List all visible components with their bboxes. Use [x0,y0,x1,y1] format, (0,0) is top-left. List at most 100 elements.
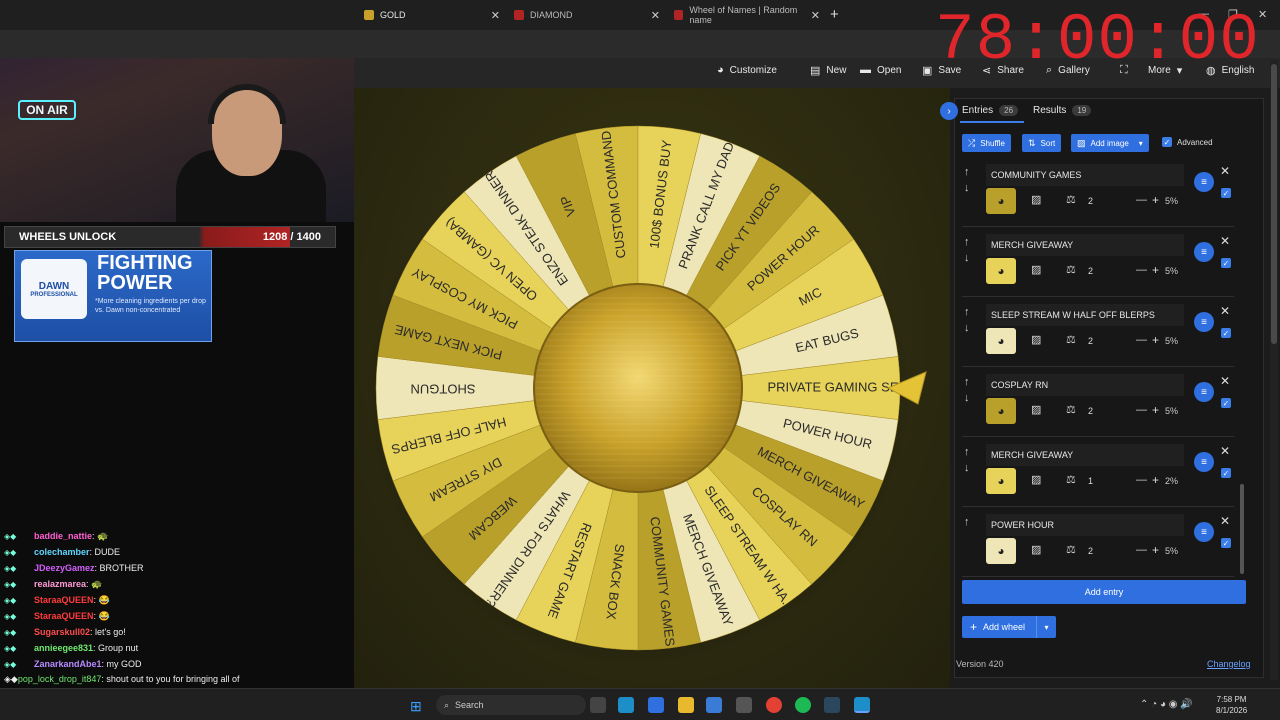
decrease-weight-icon[interactable]: — [1136,194,1147,206]
move-down-icon[interactable]: ↓ [964,462,970,474]
entry-settings-icon[interactable]: ≡ [1194,452,1214,472]
advanced-toggle[interactable]: ✓ Advanced [1162,137,1213,147]
entry-enabled-checkbox[interactable]: ✓ [1221,258,1231,268]
entry-settings-icon[interactable]: ≡ [1194,312,1214,332]
spotify-icon[interactable] [795,697,811,713]
open-button[interactable]: ▬ Open [860,64,901,76]
move-down-icon[interactable]: ↓ [964,322,970,334]
entry-enabled-checkbox[interactable]: ✓ [1221,468,1231,478]
chevron-down-icon[interactable]: ▾ [1036,616,1056,638]
entry-name-input[interactable]: MERCH GIVEAWAY [986,444,1184,466]
chat-username[interactable]: colechamber [34,547,90,557]
add-image-button[interactable]: ▨ Add image ▾ [1071,134,1149,152]
collapse-panel-icon[interactable]: › [940,102,958,120]
remove-entry-icon[interactable]: ✕ [1220,164,1230,178]
image-icon[interactable]: ▨ [1031,543,1041,556]
move-down-icon[interactable]: ↓ [964,182,970,194]
close-icon[interactable]: ✕ [811,9,820,22]
remove-entry-icon[interactable]: ✕ [1220,514,1230,528]
increase-weight-icon[interactable]: + [1152,193,1159,207]
new-tab-icon[interactable]: + [830,6,839,23]
entry-weight[interactable]: 2 [1088,546,1093,556]
tab-gold[interactable]: GOLD ✕ [354,4,504,26]
chat-username[interactable]: baddie_nattie [34,531,92,541]
image-icon[interactable]: ▨ [1031,403,1041,416]
taskbar-search[interactable]: ⌕ Search [436,695,586,715]
entry-settings-icon[interactable]: ≡ [1194,242,1214,262]
increase-weight-icon[interactable]: + [1152,403,1159,417]
entry-color-button[interactable]: ◕ [986,538,1016,564]
decrease-weight-icon[interactable]: — [1136,544,1147,556]
entry-color-button[interactable]: ◕ [986,188,1016,214]
remove-entry-icon[interactable]: ✕ [1220,304,1230,318]
taskbar-clock[interactable]: 7:58 PM 8/1/2026 [1216,694,1247,716]
store-icon[interactable] [706,697,722,713]
new-button[interactable]: ▤ New [810,64,846,77]
increase-weight-icon[interactable]: + [1152,333,1159,347]
shuffle-button[interactable]: ⤮ Shuffle [962,134,1011,152]
windows-start-icon[interactable]: ⊞ [410,698,422,715]
increase-weight-icon[interactable]: + [1152,473,1159,487]
file-explorer-icon[interactable] [678,697,694,713]
move-up-icon[interactable]: ↑ [964,446,970,458]
move-up-icon[interactable]: ↑ [964,166,970,178]
move-up-icon[interactable]: ↑ [964,236,970,248]
edge-icon[interactable] [618,697,634,713]
move-up-icon[interactable]: ↑ [964,516,970,528]
sort-button[interactable]: ⇅ Sort [1022,134,1062,152]
changelog-link[interactable]: Changelog [1207,659,1251,669]
add-wheel-button[interactable]: + Add wheel ▾ [962,616,1056,638]
decrease-weight-icon[interactable]: — [1136,264,1147,276]
entry-name-input[interactable]: MERCH GIVEAWAY [986,234,1184,256]
tab-entries[interactable]: Entries 26 [962,105,1019,116]
entry-weight[interactable]: 2 [1088,336,1093,346]
chat-username[interactable]: StaraaQUEEN [34,611,94,621]
entries-scrollbar[interactable] [1240,484,1244,574]
close-icon[interactable]: ✕ [491,9,500,22]
scrollbar-thumb[interactable] [1271,64,1277,344]
copilot-icon[interactable] [648,697,664,713]
entry-color-button[interactable]: ◕ [986,468,1016,494]
close-icon[interactable]: ✕ [651,9,660,22]
image-icon[interactable]: ▨ [1031,333,1041,346]
image-icon[interactable]: ▨ [1031,473,1041,486]
entry-weight[interactable]: 1 [1088,476,1093,486]
edge-active-icon[interactable] [854,697,870,713]
entry-enabled-checkbox[interactable]: ✓ [1221,188,1231,198]
remove-entry-icon[interactable]: ✕ [1220,374,1230,388]
entry-enabled-checkbox[interactable]: ✓ [1221,398,1231,408]
entry-name-input[interactable]: COMMUNITY GAMES [986,164,1184,186]
entry-weight[interactable]: 2 [1088,196,1093,206]
entry-enabled-checkbox[interactable]: ✓ [1221,328,1231,338]
chrome-icon[interactable] [766,697,782,713]
remove-entry-icon[interactable]: ✕ [1220,234,1230,248]
entry-name-input[interactable]: SLEEP STREAM W HALF OFF BLERPS [986,304,1184,326]
chat-username[interactable]: ZanarkandAbe1 [34,659,102,669]
image-icon[interactable]: ▨ [1031,193,1041,206]
remove-entry-icon[interactable]: ✕ [1220,444,1230,458]
task-view-icon[interactable] [590,697,606,713]
entry-enabled-checkbox[interactable]: ✓ [1221,538,1231,548]
entry-color-button[interactable]: ◕ [986,258,1016,284]
entry-color-button[interactable]: ◕ [986,398,1016,424]
image-icon[interactable]: ▨ [1031,263,1041,276]
decrease-weight-icon[interactable]: — [1136,404,1147,416]
system-tray[interactable]: ⌃ ◔ ◕ ◉ 🔊 [1140,699,1193,710]
tab-diamond[interactable]: DIAMOND ✕ [504,4,664,26]
chat-username[interactable]: pop_lock_drop_it847 [18,674,102,684]
chat-username[interactable]: Sugarskull02 [34,627,90,637]
entry-settings-icon[interactable]: ≡ [1194,172,1214,192]
settings-icon[interactable] [736,697,752,713]
chat-username[interactable]: realazmarea [34,579,86,589]
tab-wheel-of-names[interactable]: Wheel of Names | Random name ✕ [664,4,824,26]
wheel[interactable]: PRIVATE GAMING SEPOWER HOURMERCH GIVEAWA… [354,88,950,688]
increase-weight-icon[interactable]: + [1152,543,1159,557]
chat-username[interactable]: StaraaQUEEN [34,595,94,605]
entry-name-input[interactable]: COSPLAY RN [986,374,1184,396]
customize-button[interactable]: ◕ Customize [717,64,777,76]
decrease-weight-icon[interactable]: — [1136,474,1147,486]
entry-color-button[interactable]: ◕ [986,328,1016,354]
move-down-icon[interactable]: ↓ [964,252,970,264]
entry-settings-icon[interactable]: ≡ [1194,382,1214,402]
move-down-icon[interactable]: ↓ [964,392,970,404]
